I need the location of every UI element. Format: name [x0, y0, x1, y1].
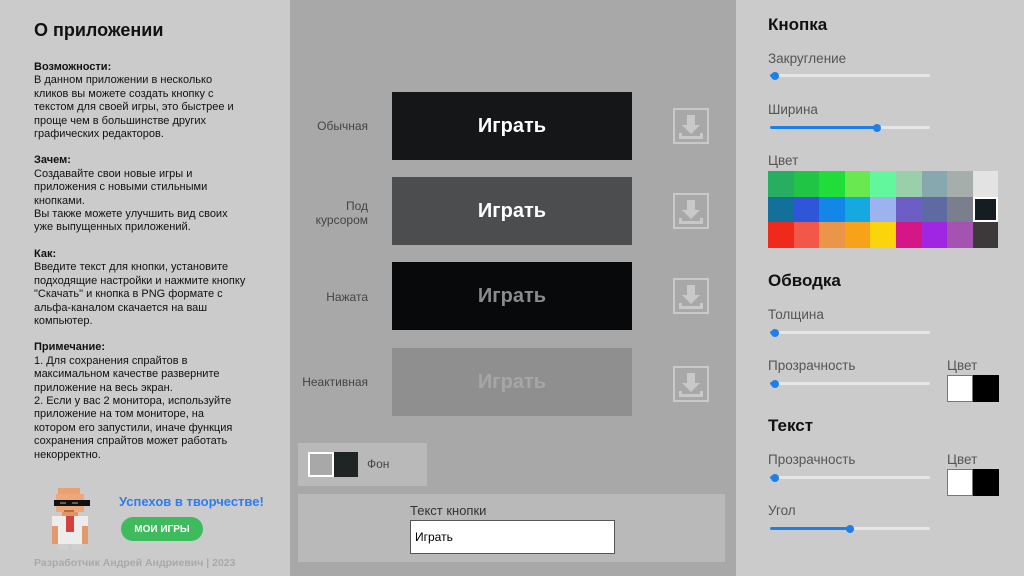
palette-swatch[interactable] [947, 222, 973, 248]
section-title: Как: [34, 247, 57, 260]
button-text-input[interactable] [410, 520, 615, 554]
palette-swatch[interactable] [921, 222, 948, 248]
outline-opacity-label: Прозрачность [768, 358, 856, 373]
text-color-white[interactable] [947, 469, 973, 496]
download-icon[interactable] [673, 108, 709, 144]
thickness-slider[interactable] [770, 328, 930, 337]
section-body: Создавайте свои новые игры и приложения … [34, 167, 228, 234]
palette-swatch[interactable] [819, 222, 845, 248]
preview-button-pressed: Играть [392, 262, 632, 330]
palette-swatch[interactable] [972, 196, 999, 223]
slider-knob[interactable] [770, 328, 779, 337]
angle-slider[interactable] [770, 524, 930, 533]
width-label: Ширина [768, 102, 818, 117]
preview-button-hover: Играть [392, 177, 632, 245]
state-label-normal: Обычная [317, 119, 368, 133]
slider-knob[interactable] [770, 473, 779, 482]
footer-credit: Разработчик Андрей Андриевич | 2023 [34, 557, 236, 569]
palette-swatch[interactable] [793, 222, 820, 248]
rounding-slider[interactable] [770, 71, 930, 80]
text-opacity-label: Прозрачность [768, 452, 856, 467]
palette-swatch[interactable] [793, 196, 820, 223]
palette-swatch[interactable] [895, 171, 922, 197]
section-title: Возможности: [34, 61, 112, 73]
palette-swatch[interactable] [870, 196, 896, 223]
outline-heading: Обводка [768, 271, 841, 290]
wish-text: Успехов в творчестве! [119, 494, 264, 509]
state-label-hover: Под курсором [315, 199, 368, 227]
palette-swatch[interactable] [768, 171, 794, 197]
text-color-label: Цвет [947, 452, 978, 467]
palette-swatch[interactable] [870, 171, 896, 197]
my-games-button[interactable]: МОИ ИГРЫ [121, 517, 203, 541]
section-body: Введите текст для кнопки, установите под… [34, 261, 246, 327]
palette-swatch[interactable] [844, 222, 871, 248]
slider-knob[interactable] [770, 71, 779, 80]
text-color-swatches [947, 469, 999, 496]
about-panel: О приложении Возможности: В данном прило… [0, 0, 290, 576]
preview-button-disabled: Играть [392, 348, 632, 416]
palette-swatch[interactable] [947, 196, 973, 223]
palette-swatch[interactable] [921, 171, 948, 197]
palette-swatch[interactable] [844, 171, 871, 197]
background-swatch-gray[interactable] [308, 452, 334, 477]
background-label: Фон [367, 457, 390, 471]
rounding-label: Закругление [768, 51, 847, 66]
palette-swatch[interactable] [844, 196, 871, 223]
palette-swatch[interactable] [768, 196, 794, 223]
palette-swatch[interactable] [793, 171, 820, 197]
palette-swatch[interactable] [921, 196, 948, 223]
download-icon[interactable] [673, 366, 709, 402]
settings-panel: Кнопка Закругление Ширина Цвет Обводка Т… [736, 0, 1024, 576]
state-label-pressed: Нажата [326, 290, 368, 304]
outline-color-swatches [947, 375, 999, 402]
text-color-black[interactable] [973, 469, 999, 496]
outline-color-label: Цвет [947, 358, 978, 373]
width-slider[interactable] [770, 123, 930, 132]
about-title: О приложении [34, 20, 164, 40]
angle-label: Угол [768, 503, 796, 518]
section-body: В данном приложении в несколько кликов в… [34, 74, 234, 141]
palette-swatch[interactable] [895, 222, 922, 248]
section-body: 1. Для сохранения спрайтов в максимально… [34, 354, 233, 461]
section-title: Зачем: [34, 154, 71, 167]
palette-swatch[interactable] [819, 196, 845, 223]
palette-swatch[interactable] [768, 222, 794, 248]
palette-swatch[interactable] [947, 171, 973, 197]
slider-knob[interactable] [846, 524, 854, 533]
state-label-disabled: Неактивная [302, 375, 368, 389]
preview-panel: Обычная Играть Под курсором Играть Нажат… [290, 0, 736, 576]
text-heading: Текст [768, 416, 814, 435]
outline-color-black[interactable] [973, 375, 999, 402]
palette-swatch[interactable] [819, 171, 845, 197]
text-opacity-slider[interactable] [770, 473, 930, 482]
download-icon[interactable] [673, 193, 709, 229]
outline-opacity-slider[interactable] [770, 379, 930, 388]
about-text: Возможности: В данном приложении в неско… [34, 61, 264, 462]
download-icon[interactable] [673, 278, 709, 314]
color-label: Цвет [768, 153, 799, 168]
section-title: Примечание: [34, 341, 106, 354]
slider-knob[interactable] [770, 379, 779, 388]
background-swatch-dark[interactable] [334, 452, 358, 477]
palette-swatch[interactable] [972, 171, 999, 197]
slider-knob[interactable] [873, 123, 882, 132]
palette-swatch[interactable] [870, 222, 896, 248]
outline-color-white[interactable] [947, 375, 973, 402]
thickness-label: Толщина [768, 307, 824, 322]
color-palette [768, 171, 999, 248]
preview-button-normal: Играть [392, 92, 632, 160]
text-field-label: Текст кнопки [410, 503, 487, 518]
palette-swatch[interactable] [895, 196, 922, 223]
palette-swatch[interactable] [972, 222, 999, 248]
developer-avatar [52, 488, 90, 550]
button-heading: Кнопка [768, 15, 828, 34]
